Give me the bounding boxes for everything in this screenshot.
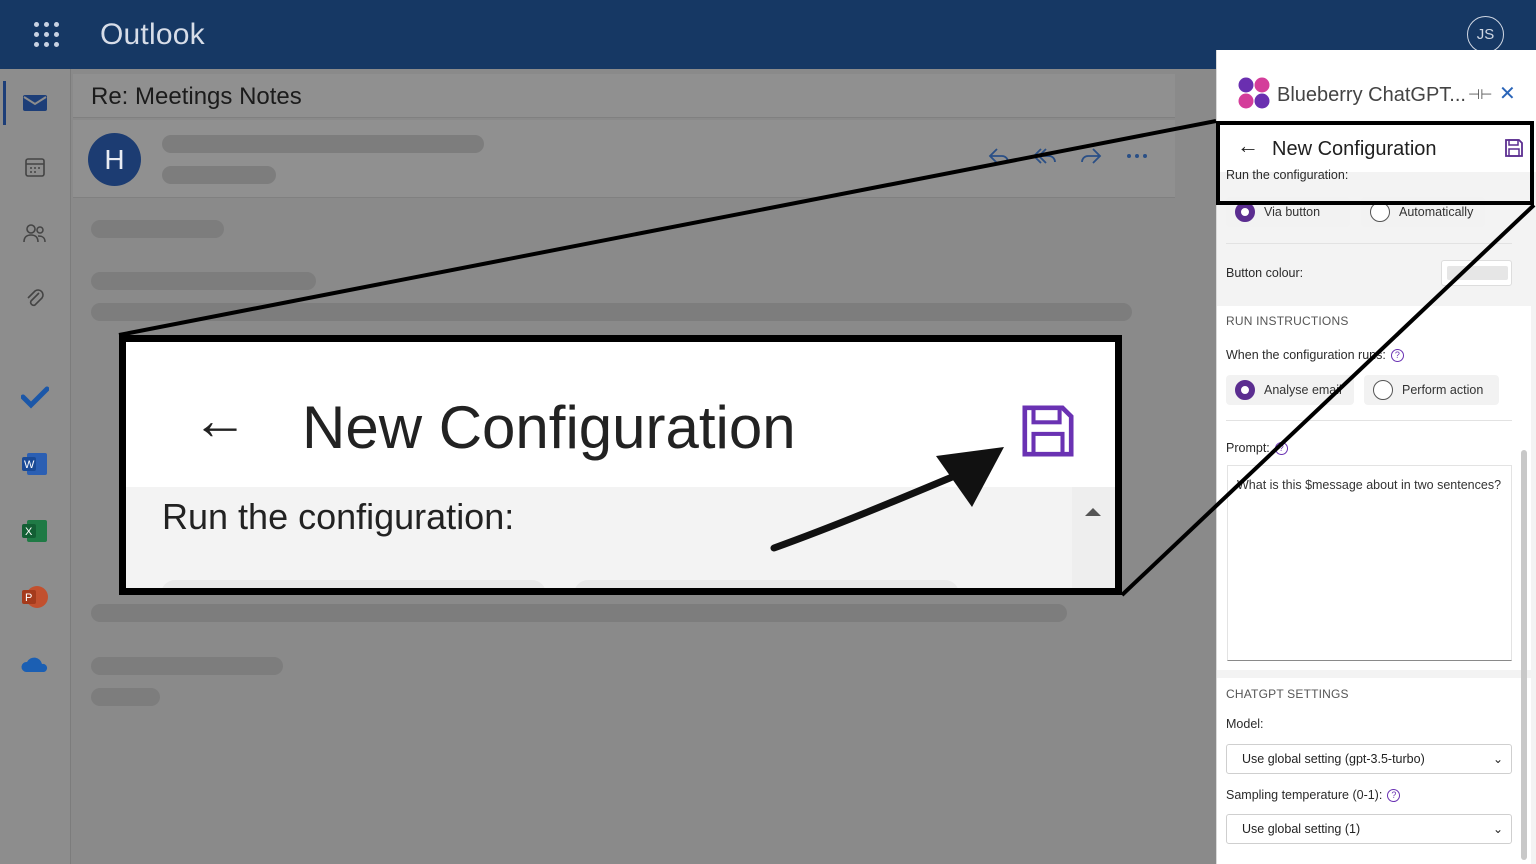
- highlight-frame: [1216, 121, 1534, 205]
- message-subject-bar: Re: Meetings Notes: [73, 74, 1175, 118]
- radio-unselected[interactable]: [1373, 380, 1393, 400]
- prompt-label-text: Prompt:: [1226, 441, 1270, 455]
- help-icon[interactable]: ?: [1387, 789, 1401, 803]
- user-avatar[interactable]: JS: [1467, 16, 1504, 53]
- divider: [1226, 420, 1512, 421]
- onedrive-icon[interactable]: [20, 649, 50, 679]
- zoom-callout: ← New Configuration Run the configuratio…: [119, 335, 1122, 595]
- more-options-icon[interactable]: [1123, 142, 1151, 170]
- temperature-select-value: Use global setting (1): [1242, 822, 1361, 836]
- perform-action-option[interactable]: Perform action: [1364, 375, 1499, 405]
- calendar-icon[interactable]: [20, 152, 50, 182]
- radio-unselected[interactable]: [1370, 202, 1390, 222]
- svg-text:X: X: [25, 526, 33, 538]
- powerpoint-icon[interactable]: P: [20, 582, 50, 612]
- active-indicator: [3, 81, 6, 125]
- model-select-value: Use global setting (gpt-3.5-turbo): [1242, 752, 1425, 766]
- option-label: Via button: [1264, 205, 1321, 219]
- placeholder-line: [91, 657, 283, 675]
- message-subject: Re: Meetings Notes: [91, 83, 302, 110]
- close-icon[interactable]: ✕: [1499, 81, 1516, 106]
- reply-icon[interactable]: [985, 142, 1013, 170]
- help-icon[interactable]: ?: [1390, 349, 1404, 363]
- placeholder-line: [91, 272, 316, 290]
- attachment-icon[interactable]: [20, 284, 50, 314]
- when-runs-label: When the configuration runs:?: [1226, 348, 1404, 363]
- pointer-arrow-icon: [770, 447, 1004, 552]
- message-actions: [985, 142, 1151, 170]
- app-launcher-icon[interactable]: [34, 22, 60, 48]
- pin-icon[interactable]: ⊣⊢: [1468, 86, 1492, 103]
- blueberry-logo-icon: [1238, 77, 1270, 109]
- placeholder-line: [91, 688, 160, 706]
- model-label: Model:: [1226, 717, 1264, 731]
- run-instructions-title: RUN INSTRUCTIONS: [1226, 314, 1349, 328]
- placeholder-line: [91, 220, 224, 238]
- temperature-label-text: Sampling temperature (0-1):: [1226, 788, 1383, 802]
- option-label: Automatically: [1399, 205, 1474, 219]
- help-icon[interactable]: ?: [1274, 442, 1288, 456]
- chevron-down-icon: ⌄: [1492, 752, 1503, 766]
- mail-icon[interactable]: [20, 88, 50, 118]
- radio-selected[interactable]: [1235, 380, 1255, 400]
- people-icon[interactable]: [20, 218, 50, 248]
- temperature-label: Sampling temperature (0-1):?: [1226, 788, 1401, 803]
- chatgpt-settings-title: CHATGPT SETTINGS: [1226, 687, 1349, 701]
- placeholder-line: [91, 604, 1067, 622]
- placeholder-line: [91, 303, 1132, 321]
- option-label: Analyse email: [1264, 383, 1342, 397]
- when-runs-text: When the configuration runs:: [1226, 348, 1386, 362]
- model-select[interactable]: Use global setting (gpt-3.5-turbo) ⌄: [1226, 744, 1512, 774]
- prompt-textarea[interactable]: What is this $message about in two sente…: [1227, 465, 1512, 661]
- placeholder-line: [162, 135, 484, 153]
- placeholder-line: [162, 166, 276, 184]
- chevron-down-icon: ⌄: [1492, 822, 1503, 836]
- svg-text:W: W: [24, 459, 35, 471]
- radio-selected[interactable]: [1235, 202, 1255, 222]
- button-colour-label: Button colour:: [1226, 266, 1304, 280]
- reply-all-icon[interactable]: [1031, 142, 1059, 170]
- panel-header: Blueberry ChatGPT... ⊣⊢ ✕: [1217, 50, 1536, 120]
- temperature-select[interactable]: Use global setting (1) ⌄: [1226, 814, 1512, 844]
- panel-title: Blueberry ChatGPT...: [1277, 84, 1466, 106]
- word-icon[interactable]: W: [20, 449, 50, 479]
- analyse-email-option[interactable]: Analyse email: [1226, 375, 1354, 405]
- panel-scrollbar[interactable]: [1521, 450, 1527, 860]
- button-colour-picker[interactable]: [1441, 260, 1512, 286]
- excel-icon[interactable]: X: [20, 516, 50, 546]
- sender-avatar[interactable]: H: [88, 133, 141, 186]
- app-title: Outlook: [100, 18, 205, 51]
- forward-icon[interactable]: [1077, 142, 1105, 170]
- left-rail: W X P: [0, 69, 71, 864]
- option-label: Perform action: [1402, 383, 1484, 397]
- divider: [1226, 243, 1512, 244]
- todo-icon[interactable]: [20, 382, 50, 412]
- svg-text:P: P: [25, 592, 32, 604]
- prompt-label: Prompt:?: [1226, 441, 1288, 456]
